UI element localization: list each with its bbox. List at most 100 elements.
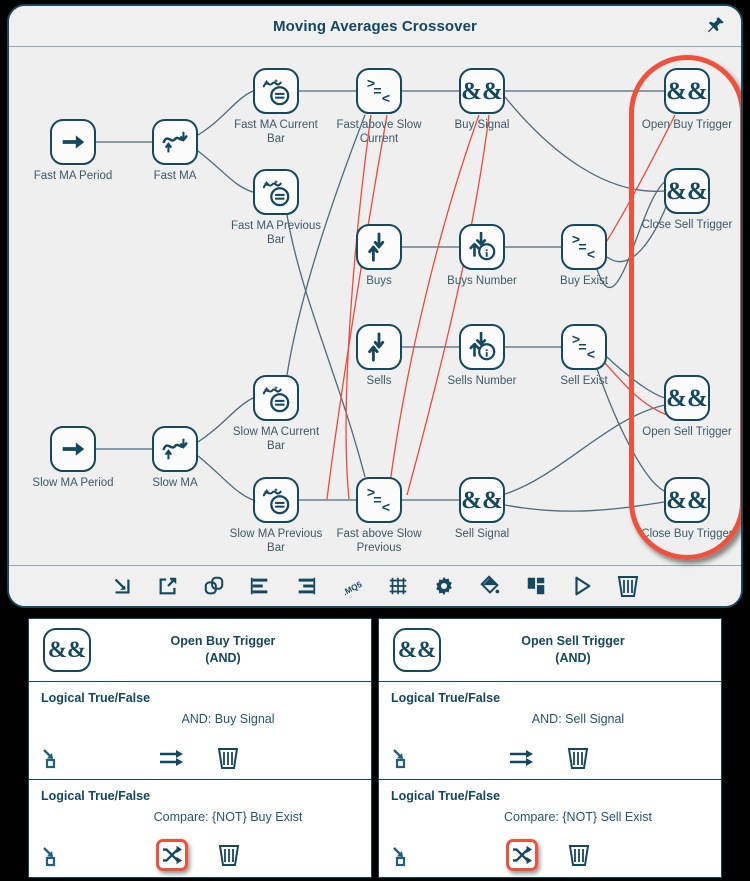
node-close_sell_trigger[interactable]: && Close Sell Trigger	[642, 168, 732, 231]
node-open_buy_trigger[interactable]: && Open Buy Trigger	[642, 68, 732, 131]
node-buy_signal[interactable]: && Buy Signal	[455, 68, 509, 131]
delete-row-button[interactable]	[563, 743, 593, 773]
row-value: AND: Buy Signal	[181, 712, 275, 726]
run-button[interactable]	[571, 575, 594, 598]
mq5-compile-button[interactable]: .MQ5	[341, 575, 364, 598]
panel-row: Logical True/False AND: Buy Signal	[29, 682, 371, 780]
arrow-right-icon	[50, 426, 96, 472]
node-close_buy_trigger[interactable]: && Close Buy Trigger	[641, 477, 733, 540]
delete-row-button[interactable]	[213, 743, 243, 773]
align-left-button[interactable]	[249, 575, 272, 598]
node-buy_exist[interactable]: > = < Buy Exist	[560, 224, 608, 287]
page-title: Moving Averages Crossover	[273, 17, 477, 35]
export-button[interactable]	[157, 575, 180, 598]
compare-icon: > = <	[356, 68, 402, 114]
node-label: Sell Exist	[560, 375, 608, 387]
row-value: Compare: {NOT} Sell Exist	[504, 810, 652, 824]
delete-row-button[interactable]	[214, 840, 244, 870]
import-button[interactable]	[111, 575, 134, 598]
svg-text:<: <	[587, 246, 595, 262]
row-actions	[379, 839, 721, 871]
and-icon: &&	[664, 477, 710, 523]
row-value: Compare: {NOT} Buy Exist	[153, 810, 303, 824]
row-actions	[29, 839, 371, 871]
buys-number-icon	[459, 224, 505, 270]
node-label: Sell Signal	[454, 528, 510, 540]
delete-row-button[interactable]	[564, 840, 594, 870]
pass-through-button[interactable]	[507, 743, 537, 773]
screen: Moving Averages Crossover Fast MA Period…	[0, 0, 750, 881]
panel-header-text: Open Sell Trigger (AND)	[441, 633, 721, 668]
node-label: Slow MA Current Bar	[232, 426, 320, 453]
compare-icon: > = <	[561, 324, 607, 370]
node-buys_number[interactable]: Buys Number	[447, 224, 517, 287]
node-label: Sells Number	[447, 375, 517, 387]
panel-subtitle: (AND)	[205, 651, 241, 665]
panel-header-text: Open Buy Trigger (AND)	[91, 633, 371, 668]
row-title: Logical True/False	[391, 691, 501, 705]
node-label: Slow MA Period	[32, 477, 114, 489]
row-title: Logical True/False	[41, 691, 151, 705]
grid-button[interactable]	[387, 575, 410, 598]
row-value: AND: Sell Signal	[531, 712, 625, 726]
node-sell_signal[interactable]: && Sell Signal	[455, 477, 509, 540]
svg-text:.MQ5: .MQ5	[341, 580, 363, 597]
node-slow_ma_period[interactable]: Slow MA Period	[32, 426, 114, 489]
invert-not-button[interactable]	[506, 839, 538, 871]
pass-through-button[interactable]	[157, 743, 187, 773]
compare-icon: > = <	[561, 224, 607, 270]
fill-color-button[interactable]	[479, 575, 502, 598]
pin-icon[interactable]	[703, 14, 727, 38]
svg-text:=: =	[373, 83, 381, 99]
align-right-button[interactable]	[295, 575, 318, 598]
ma-curve-icon	[152, 119, 198, 165]
diagram-canvas[interactable]: Fast MA Period Fast MA Fast MA Current Bar…	[9, 47, 741, 569]
node-sells[interactable]: Sells	[356, 324, 402, 387]
panel-header: && Open Sell Trigger (AND)	[379, 619, 721, 682]
ma-curve-icon	[152, 426, 198, 472]
buys-icon	[356, 224, 402, 270]
row-title: Logical True/False	[391, 789, 501, 803]
node-sells_number[interactable]: Sells Number	[447, 324, 517, 387]
panel-row: Logical True/False AND: Sell Signal	[379, 682, 721, 780]
settings-button[interactable]	[433, 575, 456, 598]
node-fast_ma_previous_bar[interactable]: Fast MA Previous Bar	[231, 169, 321, 246]
node-slow_ma[interactable]: Slow MA	[152, 426, 198, 489]
row-title: Logical True/False	[41, 789, 151, 803]
svg-text:<: <	[382, 499, 390, 515]
ma-bar-icon	[253, 169, 299, 215]
node-label: Close Sell Trigger	[641, 219, 733, 231]
diagram-toolbar: .MQ5	[9, 565, 741, 606]
node-fast_ma_period[interactable]: Fast MA Period	[34, 119, 112, 182]
node-fast_ma_current_bar[interactable]: Fast MA Current Bar	[234, 68, 318, 145]
row-actions	[379, 743, 721, 773]
node-fast_above_slow_previous[interactable]: > = < Fast above Slow Previous	[336, 477, 422, 554]
node-slow_ma_previous_bar[interactable]: Slow MA Previous Bar	[230, 477, 322, 554]
and-icon: &&	[664, 168, 710, 214]
node-label: Fast MA Period	[33, 170, 113, 182]
delete-button[interactable]	[617, 575, 640, 598]
invert-not-button[interactable]	[156, 839, 188, 871]
node-label: Fast above Slow Current	[336, 119, 422, 146]
ma-bar-icon	[253, 375, 299, 421]
node-label: Fast MA Previous Bar	[230, 220, 322, 247]
panel-row: Logical True/False Compare: {NOT} Sell Ex…	[379, 780, 721, 877]
duplicate-button[interactable]	[203, 575, 226, 598]
svg-text:<: <	[587, 346, 595, 362]
node-buys[interactable]: Buys	[356, 224, 402, 287]
and-icon: &&	[664, 375, 710, 421]
and-icon: &&	[393, 628, 441, 672]
compare-icon: > = <	[356, 477, 402, 523]
node-label: Slow MA Previous Bar	[229, 528, 323, 555]
node-sell_exist[interactable]: > = < Sell Exist	[560, 324, 608, 387]
ma-bar-icon	[253, 68, 299, 114]
node-open_sell_trigger[interactable]: && Open Sell Trigger	[642, 375, 732, 438]
node-fast_above_slow_current[interactable]: > = < Fast above Slow Current	[336, 68, 422, 145]
node-slow_ma_current_bar[interactable]: Slow MA Current Bar	[233, 375, 319, 452]
node-fast_ma[interactable]: Fast MA	[152, 119, 198, 182]
ma-bar-icon	[253, 477, 299, 523]
and-icon: &&	[459, 68, 505, 114]
layout-button[interactable]	[525, 575, 548, 598]
sells-number-icon	[459, 324, 505, 370]
node-label: Open Buy Trigger	[641, 119, 733, 131]
